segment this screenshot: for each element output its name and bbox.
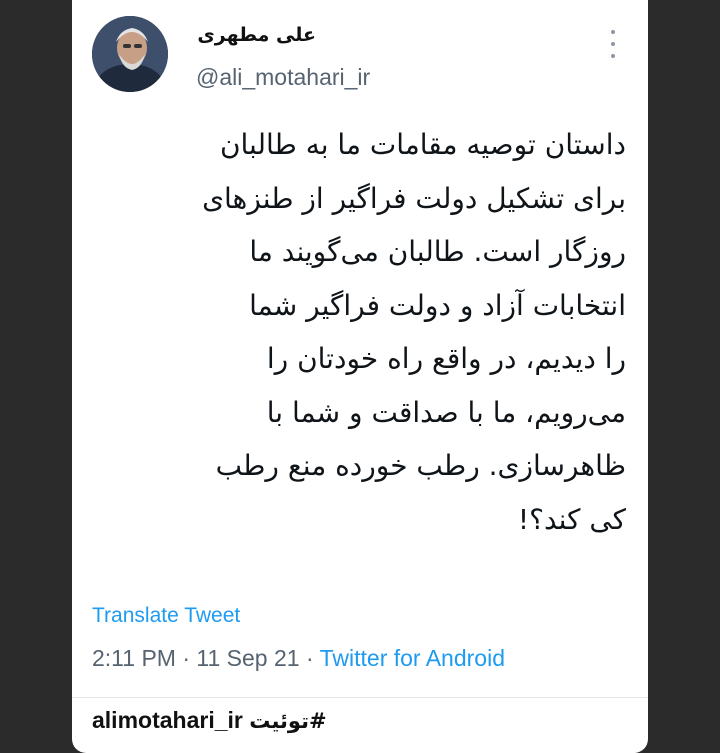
tweet-card: علی مطهری @ali_motahari_ir داستان توصیه … — [72, 0, 648, 753]
dot — [611, 54, 615, 58]
avatar[interactable] — [92, 16, 168, 92]
footer-hashtag[interactable]: #توئیت — [249, 709, 326, 733]
tweet-line: داستان توصیه مقامات ما به طالبان — [219, 128, 626, 161]
avatar-photo — [92, 16, 168, 92]
tweet-line: را دیدیم، در واقع راه خودتان را — [266, 342, 626, 375]
meta-separator: · — [305, 645, 314, 671]
footer-account[interactable]: alimotahari_ir — [92, 707, 243, 733]
display-name[interactable]: علی مطهری — [196, 24, 316, 46]
translate-tweet-link[interactable]: Translate Tweet — [92, 604, 240, 628]
dot — [611, 30, 615, 34]
meta-separator: · — [182, 645, 191, 671]
tweet-date[interactable]: 11 Sep 21 — [196, 645, 299, 671]
tweet-header: علی مطهری @ali_motahari_ir — [72, 0, 648, 110]
tweet-time[interactable]: 2:11 PM — [92, 645, 176, 671]
tweet-source-link[interactable]: Twitter for Android — [320, 645, 505, 671]
tweet-line: کی کند؟! — [517, 502, 626, 536]
dot — [611, 42, 615, 46]
tweet-meta: 2:11 PM · 11 Sep 21 · Twitter for Androi… — [92, 645, 505, 672]
handle[interactable]: @ali_motahari_ir — [196, 64, 370, 91]
footer-caption: alimotahari_ir #توئیت — [92, 707, 327, 734]
tweet-line: روزگار است. طالبان می‌گویند ما — [249, 235, 626, 268]
tweet-line: انتخابات آزاد و دولت فراگیر شما — [249, 288, 626, 322]
tweet-line: برای تشکیل دولت فراگیر از طنزهای — [202, 181, 626, 215]
divider — [72, 697, 648, 698]
tweet-line: می‌رویم، ما با صداقت و شما با — [266, 395, 626, 429]
tweet-text: داستان توصیه مقامات ما به طالبان برای تش… — [94, 118, 626, 546]
more-vertical-icon[interactable] — [606, 30, 620, 58]
tweet-line: ظاهرسازی. رطب خورده منع رطب — [215, 449, 626, 482]
